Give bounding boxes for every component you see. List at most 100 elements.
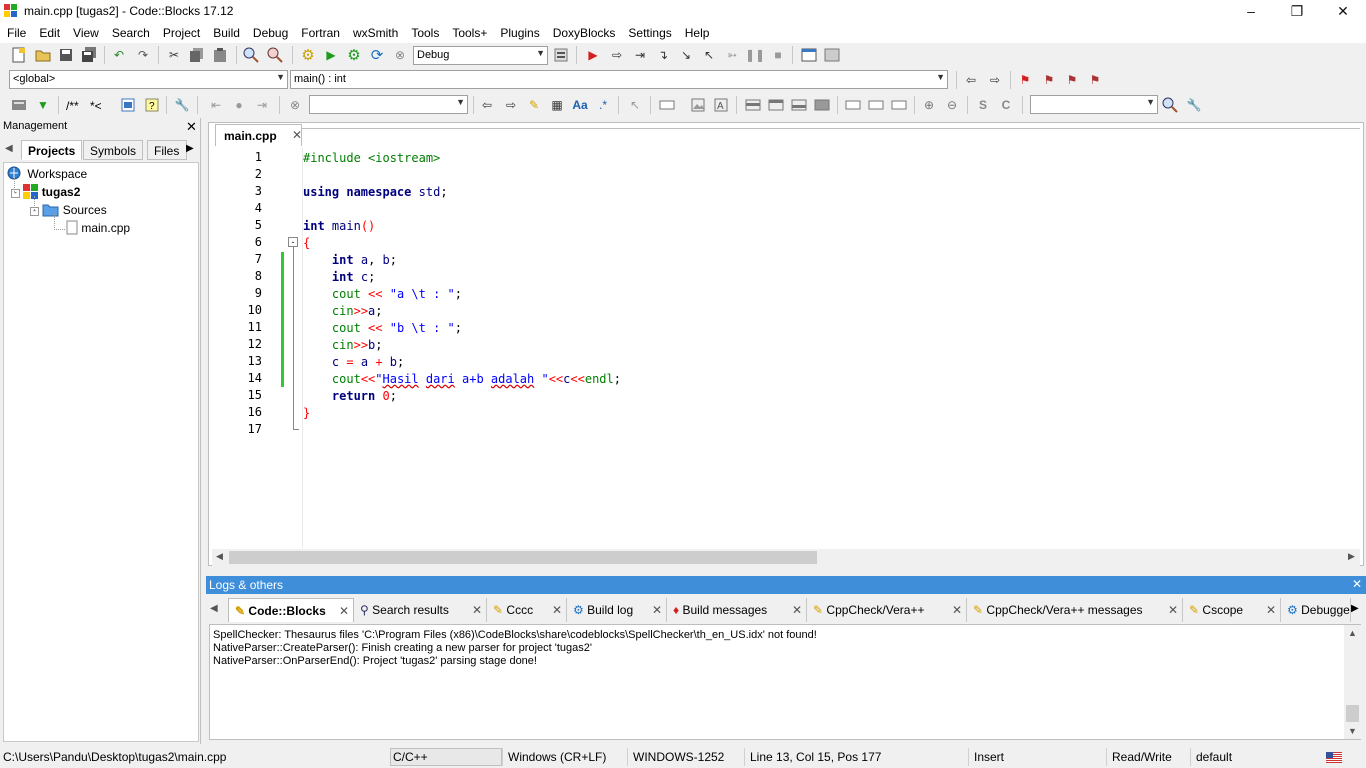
tab-scroll-right-icon[interactable]: ▶: [186, 143, 194, 154]
scrollbar-thumb[interactable]: [1346, 705, 1359, 722]
run-icon[interactable]: ▶: [322, 46, 340, 64]
highlight-icon[interactable]: ✎: [525, 96, 543, 114]
restore-icon[interactable]: ❐: [1274, 0, 1320, 23]
goto-prev-icon[interactable]: ⇤: [207, 96, 225, 114]
menu-fortran[interactable]: Fortran: [294, 23, 346, 43]
collapse-icon[interactable]: -: [11, 189, 20, 198]
bookmark-clear-icon[interactable]: ⚑: [1086, 71, 1104, 89]
tab-codeblocks-log[interactable]: ✎ Code::Blocks ✕: [228, 598, 354, 622]
menu-plugins[interactable]: Plugins: [493, 23, 545, 43]
jump-back-icon[interactable]: ⇦: [962, 71, 980, 89]
tab-cppcheck-messages[interactable]: ✎ CppCheck/Vera++ messages ✕: [967, 598, 1183, 622]
incremental-search-input[interactable]: ▼: [309, 95, 468, 114]
marker-icon[interactable]: ●: [230, 96, 248, 114]
menu-settings[interactable]: Settings: [621, 23, 677, 43]
run-to-cursor-icon[interactable]: ⇨: [608, 46, 626, 64]
step-out-icon[interactable]: ↖: [700, 46, 718, 64]
menu-build[interactable]: Build: [206, 23, 246, 43]
close-tab-icon[interactable]: ✕: [552, 603, 562, 617]
tree-item-workspace[interactable]: Workspace: [7, 165, 87, 183]
tab-cscope[interactable]: ✎ Cscope ✕: [1183, 598, 1281, 622]
tab-cppcheck[interactable]: ✎ CppCheck/Vera++ ✕: [807, 598, 967, 622]
tab-scroll-left-icon[interactable]: ◀: [5, 143, 13, 154]
pointer-icon[interactable]: ↖: [626, 96, 644, 114]
layout-3-icon[interactable]: [790, 96, 808, 114]
layout-1-icon[interactable]: [744, 96, 762, 114]
tab-build-messages[interactable]: ♦ Build messages ✕: [667, 598, 807, 622]
tab-debugger[interactable]: ⚙ Debugge: [1281, 598, 1351, 622]
goto-next-icon[interactable]: ⇥: [253, 96, 271, 114]
match-case-icon[interactable]: Aa: [571, 96, 589, 114]
editor-tab-main-cpp[interactable]: main.cpp ✕: [215, 124, 302, 146]
frame-2-icon[interactable]: [867, 96, 885, 114]
zoom-in-icon[interactable]: ⊕: [920, 96, 938, 114]
abort-icon[interactable]: ⊗: [391, 46, 409, 64]
close-tab-icon[interactable]: ✕: [952, 603, 962, 617]
tab-files[interactable]: Files: [147, 140, 187, 160]
menu-file[interactable]: File: [0, 23, 32, 43]
bookmark-toggle-icon[interactable]: ⚑: [1016, 71, 1034, 89]
menu-edit[interactable]: Edit: [32, 23, 66, 43]
rebuild-icon[interactable]: ⟳: [368, 46, 386, 64]
new-file-icon[interactable]: [10, 46, 28, 64]
next-line-icon[interactable]: ⇥: [631, 46, 649, 64]
find-icon[interactable]: [242, 46, 260, 64]
close-tab-icon[interactable]: ✕: [1266, 603, 1276, 617]
tab-scroll-right-icon[interactable]: ▶: [1351, 603, 1359, 614]
tree-item-main-cpp[interactable]: main.cpp: [66, 219, 130, 237]
jump-forward-icon[interactable]: ⇨: [986, 71, 1004, 89]
scroll-up-icon[interactable]: ▲: [1348, 628, 1357, 638]
extract-docs-icon[interactable]: ▼: [34, 96, 52, 114]
scrollbar-thumb[interactable]: [229, 551, 817, 564]
frame-1-icon[interactable]: [844, 96, 862, 114]
image-icon[interactable]: [689, 96, 707, 114]
step-into-icon[interactable]: ↘: [677, 46, 695, 64]
close-tab-icon[interactable]: ✕: [792, 603, 802, 617]
debug-info-icon[interactable]: [823, 46, 841, 64]
debug-start-icon[interactable]: ▶: [584, 46, 602, 64]
build-and-run-icon[interactable]: ⚙: [345, 46, 363, 64]
scroll-left-icon[interactable]: ◀: [216, 551, 223, 562]
symbol-search-input[interactable]: ▼: [1030, 95, 1158, 114]
line-comment-button[interactable]: *<: [90, 99, 102, 113]
text-box-icon[interactable]: A: [712, 96, 730, 114]
doxy-html-icon[interactable]: [119, 96, 137, 114]
step-into-instruction-icon[interactable]: ➳: [723, 46, 741, 64]
cut-icon[interactable]: ✂: [165, 46, 183, 64]
tab-build-log[interactable]: ⚙ Build log ✕: [567, 598, 667, 622]
debug-windows-icon[interactable]: [800, 46, 818, 64]
search-prev-icon[interactable]: ⇦: [478, 96, 496, 114]
build-target-select[interactable]: Debug ▼: [413, 46, 548, 65]
build-gear-icon[interactable]: ⚙: [299, 46, 317, 64]
bookmark-next-icon[interactable]: ⚑: [1063, 71, 1081, 89]
close-panel-icon[interactable]: ✕: [186, 119, 197, 135]
menu-tools[interactable]: Tools: [404, 23, 445, 43]
bookmark-prev-icon[interactable]: ⚑: [1040, 71, 1058, 89]
tree-item-project[interactable]: - tugas2: [11, 183, 80, 201]
close-tab-icon[interactable]: ✕: [1168, 603, 1178, 617]
menu-doxyblocks[interactable]: DoxyBlocks: [546, 23, 622, 43]
close-tab-icon[interactable]: ✕: [652, 603, 662, 617]
code-editor[interactable]: #include <iostream> using namespace std;…: [302, 148, 1360, 548]
minimize-icon[interactable]: –: [1228, 0, 1274, 23]
menu-help[interactable]: Help: [678, 23, 716, 43]
close-tab-icon[interactable]: ✕: [339, 604, 349, 618]
symbol-settings-icon[interactable]: 🔧: [1185, 96, 1203, 114]
log-output[interactable]: SpellChecker: Thesaurus files 'C:\Progra…: [209, 624, 1361, 740]
function-select[interactable]: main() : int ▼: [290, 70, 948, 89]
symbol-search-icon[interactable]: [1161, 96, 1179, 114]
symbol-s-icon[interactable]: S: [974, 96, 992, 114]
symbol-c-icon[interactable]: C: [997, 96, 1015, 114]
box-icon[interactable]: [658, 96, 676, 114]
undo-icon[interactable]: ↶: [110, 46, 128, 64]
doxy-help-icon[interactable]: ?: [143, 96, 161, 114]
close-tab-icon[interactable]: ✕: [472, 603, 482, 617]
close-window-icon[interactable]: ✕: [1320, 0, 1366, 23]
stop-debug-icon[interactable]: ■: [769, 46, 787, 64]
close-logs-icon[interactable]: ✕: [1352, 577, 1362, 591]
editor-horizontal-scrollbar[interactable]: ◀ ▶: [212, 549, 1360, 566]
replace-icon[interactable]: [266, 46, 284, 64]
tab-symbols[interactable]: Symbols: [83, 140, 144, 160]
log-vertical-scrollbar[interactable]: ▲ ▼: [1344, 625, 1361, 739]
frame-3-icon[interactable]: [890, 96, 908, 114]
